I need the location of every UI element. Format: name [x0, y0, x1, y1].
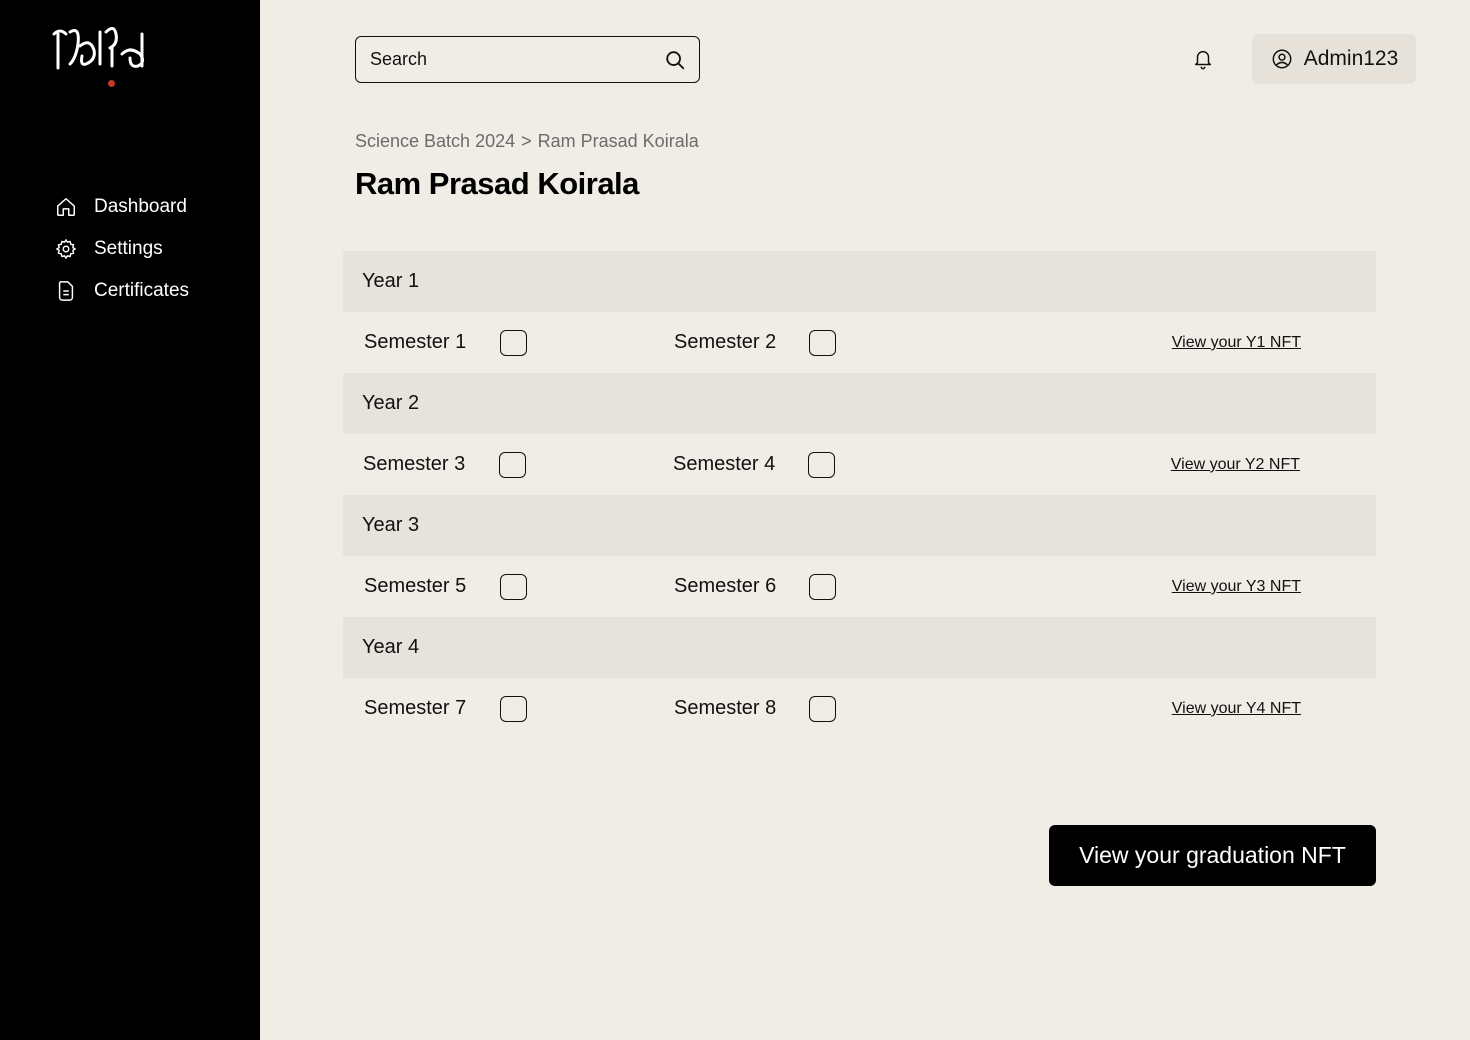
year-list: Year 1 Semester 1 Semester 2 View your Y…: [343, 251, 1376, 739]
search-input[interactable]: [370, 49, 663, 70]
page-title: Ram Prasad Koirala: [355, 166, 639, 201]
semester-label: Semester 6: [674, 575, 777, 597]
semester-label: Semester 8: [674, 697, 777, 719]
view-nft-link[interactable]: View your Y2 NFT: [1171, 456, 1300, 474]
semester-checkbox[interactable]: [809, 696, 836, 722]
semester-row: Semester 7 Semester 8 View your Y4 NFT: [343, 678, 1376, 739]
search-bar[interactable]: [355, 36, 700, 83]
semester-checkbox[interactable]: [500, 330, 527, 356]
semester-row: Semester 5 Semester 6 View your Y3 NFT: [343, 556, 1376, 617]
semester-label: Semester 2: [674, 331, 777, 353]
view-nft-link[interactable]: View your Y4 NFT: [1172, 700, 1301, 718]
user-circle-icon: [1270, 47, 1294, 71]
breadcrumb-separator: >: [521, 131, 532, 151]
semester-label: Semester 4: [673, 453, 776, 475]
year-header: Year 2: [343, 373, 1376, 434]
semester-label: Semester 3: [363, 453, 466, 475]
semester-label: Semester 1: [364, 331, 467, 353]
account-button[interactable]: Admin123: [1252, 34, 1416, 84]
year-header: Year 3: [343, 495, 1376, 556]
semester-row: Semester 3 Semester 4 View your Y2 NFT: [343, 434, 1376, 495]
bell-icon[interactable]: [1190, 46, 1216, 72]
logo-accent-dot: [108, 80, 115, 87]
semester-label: Semester 5: [364, 575, 467, 597]
gear-icon: [54, 237, 78, 261]
sidebar-item-certificates[interactable]: Certificates: [54, 270, 189, 312]
sidebar-item-label: Dashboard: [94, 196, 187, 217]
semester-checkbox[interactable]: [809, 574, 836, 600]
semester-checkbox[interactable]: [808, 452, 835, 478]
home-icon: [54, 195, 78, 219]
breadcrumb-current: Ram Prasad Koirala: [537, 131, 699, 151]
view-graduation-nft-button[interactable]: View your graduation NFT: [1049, 825, 1376, 886]
sidebar: Dashboard Settings Certificates: [0, 0, 260, 1040]
sidebar-item-label: Settings: [94, 238, 163, 259]
breadcrumb-parent[interactable]: Science Batch 2024: [355, 131, 515, 151]
account-label: Admin123: [1303, 47, 1399, 70]
view-nft-link[interactable]: View your Y1 NFT: [1172, 334, 1301, 352]
sidebar-item-settings[interactable]: Settings: [54, 228, 189, 270]
sidebar-item-label: Certificates: [94, 280, 190, 301]
semester-checkbox[interactable]: [499, 452, 526, 478]
year-header: Year 4: [343, 617, 1376, 678]
sidebar-nav: Dashboard Settings Certificates: [54, 186, 189, 312]
semester-label: Semester 7: [364, 697, 467, 719]
logo-mark: [52, 27, 145, 70]
certificate-icon: [54, 279, 78, 303]
year-header: Year 1: [343, 251, 1376, 312]
sidebar-item-dashboard[interactable]: Dashboard: [54, 186, 189, 228]
view-nft-link[interactable]: View your Y3 NFT: [1172, 578, 1301, 596]
semester-row: Semester 1 Semester 2 View your Y1 NFT: [343, 312, 1376, 373]
search-icon[interactable]: [663, 48, 687, 72]
breadcrumb: Science Batch 2024 > Ram Prasad Koirala: [355, 131, 699, 152]
brand-logo[interactable]: [50, 24, 160, 94]
semester-checkbox[interactable]: [500, 696, 527, 722]
semester-checkbox[interactable]: [500, 574, 527, 600]
semester-checkbox[interactable]: [809, 330, 836, 356]
